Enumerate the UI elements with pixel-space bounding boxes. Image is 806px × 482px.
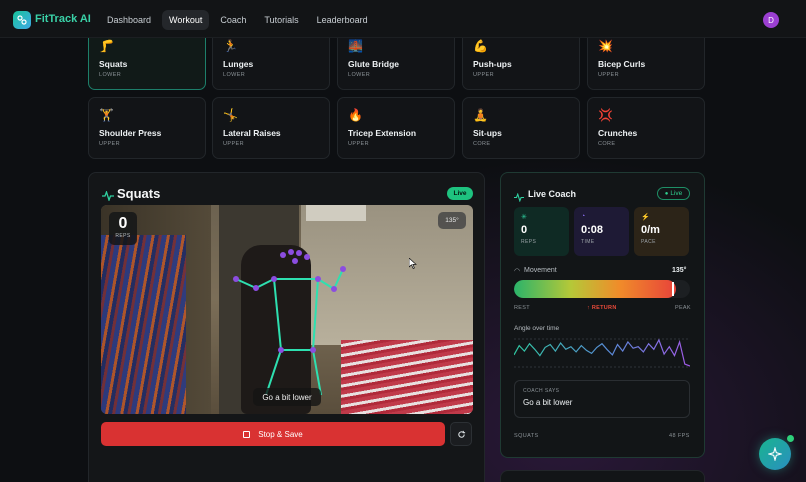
movement-value: 135° [672,267,687,274]
movement-marker [672,282,674,296]
main-nav: Dashboard Workout Coach Tutorials Leaderboar… [100,10,375,30]
camera-feed: 0 REPS 135° Go a bit lower [101,205,473,414]
exercise-category: UPPER [473,72,494,78]
reset-button[interactable] [450,422,472,446]
exercise-name: Crunches [598,128,638,138]
exercise-icon: 🏃 [223,39,238,53]
timer-icon: ◔ [581,213,586,220]
exercise-category: LOWER [348,72,371,78]
exercise-category: LOWER [99,72,122,78]
live-badge: Live [447,187,473,200]
stat-value: 0/m [641,224,660,236]
bolt-icon: ⚡ [641,214,650,221]
gauge-icon: ◠ [514,268,521,275]
exercise-category: CORE [598,141,616,147]
exercise-icon: 💥 [598,39,613,53]
exercise-icon: 💢 [598,108,613,122]
exercise-category: LOWER [223,72,246,78]
live-coach-title: Live Coach [528,189,577,199]
coach-says-label: COACH SAYS [523,388,560,394]
stat-value: 0 [521,224,528,236]
exercise-name: Push-ups [473,59,512,69]
scale-peak: PEAK [675,305,691,311]
workout-title: Squats [117,186,161,201]
movement-label: Movement [524,267,557,274]
form-cue: Go a bit lower [253,388,321,406]
stat-pace: ⚡ 0/m PACE [634,207,689,256]
angle-over-time-chart [514,338,690,368]
exercise-category: CORE [473,141,491,147]
reps-value: 0 [118,215,128,232]
stat-reps: ✳ 0 REPS [514,207,569,256]
stop-icon [243,430,251,438]
exercise-name: Bicep Curls [598,59,646,69]
exercise-name: Glute Bridge [348,59,400,69]
scale-rest: REST [514,305,530,311]
exercise-icon: 🤸 [223,108,238,122]
footer-fps: 48 FPS [669,433,690,439]
app-logo-icon[interactable] [13,11,31,29]
exercise-icon: 🌉 [348,39,363,53]
exercise-category: UPPER [99,141,120,147]
movement-bar-fill [514,280,676,298]
stat-label: TIME [581,239,595,245]
stat-time: ◔ 0:08 TIME [574,207,629,256]
scale-return: ↑ RETURN [587,305,617,311]
reps-counter: 0 REPS [109,212,137,245]
coach-live-badge: ● Live [657,187,690,200]
exercise-card-lateral-raises[interactable]: 🤸 Lateral Raises UPPER [212,97,330,159]
exercise-icon: 💪 [473,39,488,53]
stat-value: 0:08 [581,224,604,236]
app-brand-name[interactable]: FitTrack AI [35,13,91,25]
exercise-name: Sit-ups [473,128,502,138]
live-dot-icon: ● [664,190,669,197]
nav-item-dashboard[interactable]: Dashboard [100,10,158,30]
movement-bar [514,280,690,298]
exercise-name: Squats [99,59,128,69]
exercise-icon: 🧘 [473,108,488,122]
sparkle-icon: ✳ [521,214,527,221]
exercise-card-crunches[interactable]: 💢 Crunches CORE [587,97,705,159]
exercise-card-shoulder-press[interactable]: 🏋 Shoulder Press UPPER [88,97,206,159]
angle-over-time-label: Angle over time [514,325,560,332]
exercise-card-sit-ups[interactable]: 🧘 Sit-ups CORE [462,97,580,159]
exercise-category: UPPER [223,141,244,147]
sparkle-icon [768,447,782,461]
exercise-name: Lunges [223,59,254,69]
exercise-category: UPPER [598,72,619,78]
nav-item-workout[interactable]: Workout [162,10,210,30]
angle-chip: 135° [438,212,466,229]
top-nav-bar: FitTrack AI Dashboard Workout Coach Tutoria… [0,0,806,38]
exercise-icon: 🔥 [348,108,363,122]
stat-label: REPS [521,239,537,245]
angle-line [514,338,690,367]
mouse-cursor-icon [409,258,417,269]
exercise-icon: 🦵 [99,39,114,53]
stat-label: PACE [641,239,656,245]
exercise-category: UPPER [348,141,369,147]
coach-says-box: COACH SAYS Go a bit lower [514,380,690,418]
pose-skeleton-overlay [233,249,346,396]
stop-save-label: Stop & Save [258,429,303,439]
exercise-card-tricep-extension[interactable]: 🔥 Tricep Extension UPPER [337,97,455,159]
footer-exercise: SQUATS [514,433,539,439]
stop-save-button[interactable]: Stop & Save [101,422,445,446]
exercise-icon: 🏋 [99,108,114,122]
coach-pulse-icon [514,189,524,207]
nav-item-leaderboard[interactable]: Leaderboard [310,10,375,30]
reps-label: REPS [115,233,131,239]
coach-live-label: Live [670,190,683,197]
exercise-name: Shoulder Press [99,128,162,138]
ai-assistant-button[interactable] [759,438,791,470]
exercise-name: Lateral Raises [223,128,281,138]
notification-dot [787,435,794,442]
user-avatar[interactable]: D [763,12,779,28]
nav-item-tutorials[interactable]: Tutorials [257,10,305,30]
lower-card [500,470,705,482]
exercise-name: Tricep Extension [348,128,417,138]
coach-says-text: Go a bit lower [523,398,573,407]
pulse-icon [102,188,114,206]
reset-icon [457,430,465,438]
nav-item-coach[interactable]: Coach [213,10,253,30]
